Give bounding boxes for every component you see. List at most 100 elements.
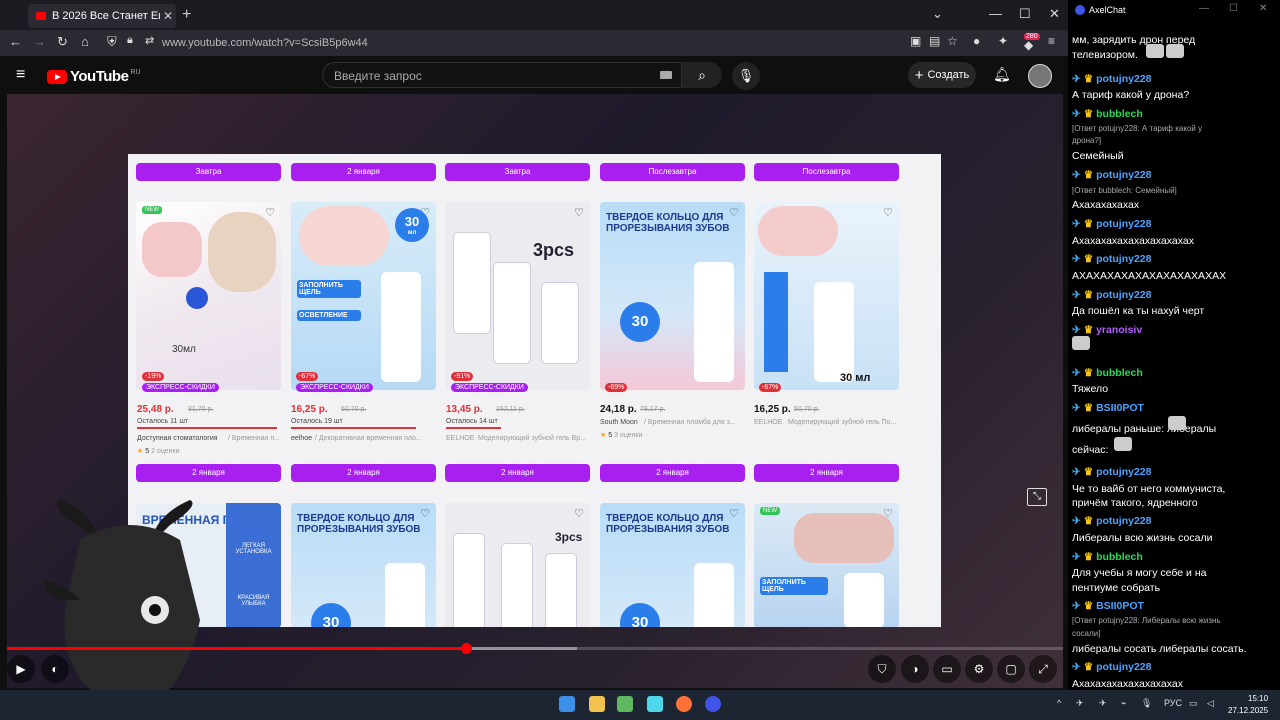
seller-name: EELHOE	[754, 419, 783, 426]
volume-icon: ◐	[51, 662, 59, 676]
voice-search-button[interactable]: 🎙︎	[732, 62, 760, 90]
fullscreen-button[interactable]: ⤢	[1029, 655, 1057, 683]
seller-name: South Moon	[600, 419, 638, 426]
windows-start-icon[interactable]	[559, 696, 575, 712]
usb-tray-icon[interactable]: ⌁	[1121, 698, 1126, 709]
browser-tab[interactable]: В 2026 Все Станет Еще ХУЖЕ ✕	[28, 4, 176, 28]
product-description: Моделирующий зубной гель Вр...	[478, 435, 586, 442]
file-explorer-icon[interactable]	[589, 696, 605, 712]
back-arrow-icon[interactable]: ←	[9, 34, 22, 49]
chat-message-text: телевизором.	[1072, 49, 1138, 61]
chat-username: ✈ ♛ potujny228	[1072, 661, 1152, 673]
microphone-icon: 🎙︎	[737, 68, 755, 83]
notes-icon[interactable]	[647, 696, 663, 712]
chat-close-button[interactable]: ✕	[1259, 3, 1267, 14]
chat-message-text: либералы раньше: либералы	[1072, 423, 1217, 435]
new-tab-button[interactable]: +	[182, 6, 191, 24]
create-button[interactable]: + Создать	[908, 62, 976, 88]
premium-button[interactable]: ⛉	[868, 655, 896, 683]
rating: ★ 5 3 оценки	[600, 431, 643, 439]
maximize-button[interactable]: ☐	[1019, 6, 1031, 22]
crown-icon: ♛	[1083, 367, 1097, 379]
address-bar[interactable]: www.youtube.com/watch?v=ScsiB5p6w44	[162, 37, 368, 49]
bubble-unit: мл	[407, 230, 417, 236]
theater-mode-button[interactable]: ▢	[997, 655, 1025, 683]
autoplay-toggle[interactable]: ◑	[901, 655, 929, 683]
speaker-icon[interactable]: ◁	[1207, 698, 1214, 709]
delivery-pill: Послезавтра	[600, 163, 745, 181]
extensions-icon[interactable]: ✦	[998, 34, 1008, 48]
axelchat-icon[interactable]	[705, 696, 721, 712]
chat-minimize-button[interactable]: —	[1199, 3, 1209, 14]
lock-icon[interactable]: 🔒︎	[127, 34, 133, 47]
old-price: 78,17 р.	[640, 406, 666, 413]
reader-view-icon[interactable]: ▤	[929, 34, 940, 48]
chat-username: ✈ ♛ potujny228	[1072, 253, 1152, 265]
username-text: potujny228	[1096, 289, 1152, 301]
expand-icon[interactable]: ⤡	[1027, 488, 1047, 506]
new-badge: NEW	[142, 206, 162, 214]
minimize-button[interactable]: —	[989, 6, 1002, 21]
forward-arrow-icon[interactable]: →	[33, 34, 46, 49]
avatar[interactable]	[1028, 64, 1052, 88]
count-bubble: 30	[311, 603, 351, 627]
shield-icon[interactable]: ⛨	[107, 34, 117, 50]
microphone-tray-icon[interactable]: 🎙︎	[1141, 698, 1152, 709]
shield-icon: ⛉	[877, 662, 887, 676]
chat-reply-quote: [Ответ potujny228: Либералы всю жизнь	[1072, 616, 1221, 625]
play-button[interactable]: ▶	[7, 655, 35, 683]
telegram-icon: ✈	[1072, 289, 1084, 301]
subtitles-button[interactable]: ▭	[933, 655, 961, 683]
picture-in-picture-icon[interactable]: ▣	[910, 34, 921, 48]
youtube-wordmark: YouTube	[70, 68, 129, 85]
bottle-photo	[694, 262, 734, 382]
bubble-number: 30	[404, 214, 420, 229]
discount-badge: -67%	[759, 383, 782, 392]
crown-icon: ♛	[1083, 402, 1097, 414]
smile-photo	[299, 206, 389, 266]
extension-icon[interactable]: ◆	[1024, 38, 1033, 52]
bookmark-star-icon[interactable]: ☆	[947, 34, 958, 48]
bottle-photo	[545, 553, 577, 627]
close-window-button[interactable]: ✕	[1049, 6, 1060, 22]
page-settings-icon[interactable]: ⇄	[145, 34, 154, 47]
settings-button[interactable]: ⚙	[965, 655, 993, 683]
language-indicator[interactable]: РУС	[1164, 698, 1182, 708]
tab-close-icon[interactable]: ✕	[160, 9, 176, 23]
home-icon[interactable]: ⌂	[81, 34, 89, 49]
telegram-tray-icon[interactable]: ✈	[1076, 698, 1084, 709]
product-image: ♡ 30 мл ЗАПОЛНИТЬ ЩЕЛЬ ОСВЕТЛЕНИЕ	[291, 202, 436, 390]
tab-list-chevron-icon[interactable]: ⌄	[932, 6, 943, 22]
menu-icon[interactable]: ≡	[1048, 34, 1055, 48]
heart-icon: ♡	[883, 207, 893, 219]
notepad-plus-icon[interactable]	[617, 696, 633, 712]
tray-chevron-icon[interactable]: ^	[1057, 698, 1061, 708]
hamburger-menu-icon[interactable]: ≡	[16, 66, 25, 84]
blue-cap-photo	[186, 287, 208, 309]
chat-maximize-button[interactable]: ☐	[1229, 3, 1238, 14]
chat-message-text: Че то вайб от него коммуниста,	[1072, 483, 1226, 495]
telegram-icon: ✈	[1072, 218, 1084, 230]
volume-button[interactable]: ◐	[41, 655, 69, 683]
crown-icon: ♛	[1083, 600, 1097, 612]
keyboard-icon[interactable]	[660, 71, 672, 79]
notifications-bell-icon[interactable]: 🔔︎	[993, 66, 1011, 83]
fill-gap-label: ЗАПОЛНИТЬ ЩЕЛЬ	[760, 577, 828, 595]
telegram-tray-icon[interactable]: ✈	[1099, 698, 1107, 709]
bottle-photo	[501, 543, 533, 627]
chat-username: ✈ ♛ potujny228	[1072, 515, 1152, 527]
reload-icon[interactable]: ↻	[57, 34, 68, 50]
price: 16,25 р.	[754, 404, 791, 415]
firefox-icon[interactable]	[676, 696, 692, 712]
telegram-icon: ✈	[1072, 551, 1084, 563]
ring-title: ТВЕРДОЕ КОЛЬЦО ДЛЯ ПРОРЕЗЫВАНИЯ ЗУБОВ	[606, 513, 730, 535]
network-icon[interactable]: ▭	[1189, 698, 1198, 709]
clock[interactable]: 15:10 27.12.2025	[1228, 693, 1268, 717]
search-button[interactable]: ⌕	[682, 62, 722, 88]
crown-icon: ♛	[1083, 289, 1097, 301]
username-text: yranoisiv	[1096, 324, 1143, 336]
search-input[interactable]: Введите запрос	[334, 69, 422, 83]
youtube-logo[interactable]: YouTube RU	[47, 68, 141, 85]
ring-title: ТВЕРДОЕ КОЛЬЦО ДЛЯ ПРОРЕЗЫВАНИЯ ЗУБОВ	[606, 212, 730, 234]
account-icon[interactable]: ●	[973, 34, 980, 48]
